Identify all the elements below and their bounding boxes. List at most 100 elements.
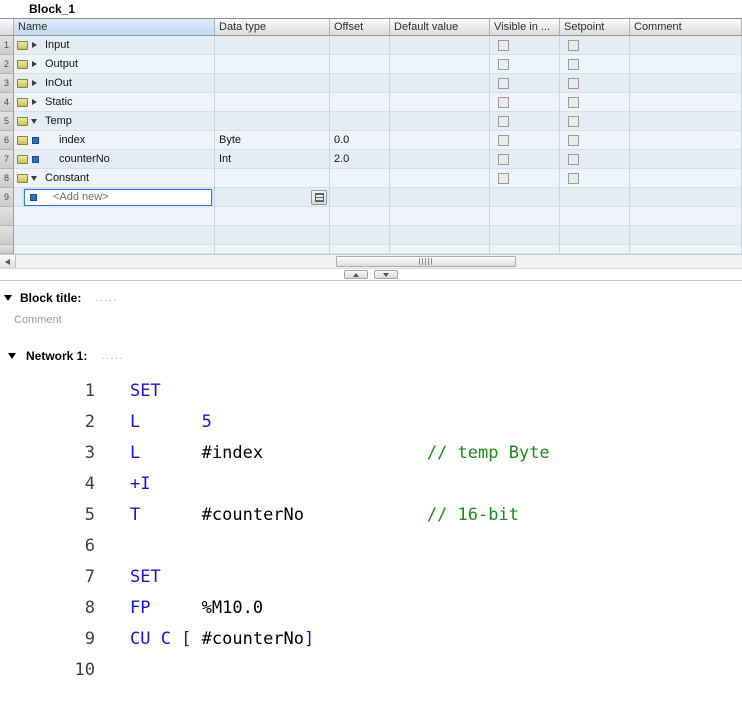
header-default-value[interactable]: Default value <box>390 19 490 36</box>
setpoint-cell[interactable] <box>560 74 630 93</box>
name-cell[interactable]: Static <box>14 93 215 112</box>
table-row[interactable]: 8Constant <box>0 169 742 188</box>
setpoint-checkbox[interactable] <box>568 135 579 146</box>
table-row[interactable]: 7counterNoInt2.0 <box>0 150 742 169</box>
setpoint-checkbox[interactable] <box>568 78 579 89</box>
setpoint-cell[interactable] <box>560 131 630 150</box>
data-type-picker-button[interactable] <box>311 190 327 205</box>
data-type-cell[interactable]: Byte <box>215 131 330 150</box>
expander-collapsed-icon[interactable] <box>32 42 37 48</box>
row-number-cell[interactable]: 2 <box>0 55 14 74</box>
header-data-type[interactable]: Data type <box>215 19 330 36</box>
row-number-cell[interactable]: 9 <box>0 188 14 207</box>
name-cell[interactable]: Output <box>14 55 215 74</box>
setpoint-cell[interactable] <box>560 55 630 74</box>
expander-expanded-icon[interactable] <box>31 119 37 124</box>
visible-checkbox[interactable] <box>498 78 509 89</box>
comment-cell[interactable] <box>630 131 742 150</box>
code-line[interactable]: 3L #index // temp Byte <box>0 438 742 469</box>
name-cell[interactable]: index <box>14 131 215 150</box>
offset-cell[interactable] <box>330 188 390 207</box>
comment-cell[interactable] <box>630 150 742 169</box>
visible-checkbox[interactable] <box>498 173 509 184</box>
name-cell[interactable]: Input <box>14 36 215 55</box>
visible-checkbox[interactable] <box>498 154 509 165</box>
row-number-cell[interactable]: 6 <box>0 131 14 150</box>
setpoint-cell[interactable] <box>560 93 630 112</box>
visible-checkbox[interactable] <box>498 40 509 51</box>
offset-cell[interactable] <box>330 74 390 93</box>
header-visible-in[interactable]: Visible in ... <box>490 19 560 36</box>
visible-cell[interactable] <box>490 150 560 169</box>
setpoint-cell[interactable] <box>560 169 630 188</box>
code-line[interactable]: 1SET <box>0 376 742 407</box>
default-value-cell[interactable] <box>390 55 490 74</box>
data-type-cell[interactable] <box>215 169 330 188</box>
offset-cell[interactable] <box>330 169 390 188</box>
setpoint-cell[interactable] <box>560 188 630 207</box>
name-cell[interactable]: Temp <box>14 112 215 131</box>
setpoint-checkbox[interactable] <box>568 173 579 184</box>
scrollbar-track[interactable] <box>16 255 742 268</box>
table-row[interactable]: 1Input <box>0 36 742 55</box>
visible-cell[interactable] <box>490 93 560 112</box>
setpoint-checkbox[interactable] <box>568 116 579 127</box>
code-line[interactable]: 7SET <box>0 562 742 593</box>
visible-cell[interactable] <box>490 36 560 55</box>
visible-checkbox[interactable] <box>498 116 509 127</box>
offset-cell[interactable] <box>330 112 390 131</box>
visible-cell[interactable] <box>490 169 560 188</box>
data-type-cell[interactable] <box>215 93 330 112</box>
offset-cell[interactable] <box>330 55 390 74</box>
header-comment[interactable]: Comment <box>630 19 742 36</box>
data-type-cell[interactable] <box>215 74 330 93</box>
code-line[interactable]: 4+I <box>0 469 742 500</box>
code-line[interactable]: 5T #counterNo // 16-bit <box>0 500 742 531</box>
visible-cell[interactable] <box>490 112 560 131</box>
network-collapse-icon[interactable] <box>8 353 16 359</box>
default-value-cell[interactable] <box>390 169 490 188</box>
row-number-cell[interactable]: 3 <box>0 74 14 93</box>
expander-collapsed-icon[interactable] <box>32 61 37 67</box>
code-line[interactable]: 2L 5 <box>0 407 742 438</box>
code-line[interactable]: 6 <box>0 531 742 562</box>
setpoint-cell[interactable] <box>560 36 630 55</box>
setpoint-checkbox[interactable] <box>568 97 579 108</box>
network-title-placeholder[interactable]: ..... <box>101 350 124 362</box>
block-title-row[interactable]: Block title: ..... <box>0 287 742 309</box>
scroll-left-button[interactable] <box>0 255 16 268</box>
comment-cell[interactable] <box>630 74 742 93</box>
table-row[interactable]: 9 <Add new> <box>0 188 742 207</box>
table-row[interactable]: 4Static <box>0 93 742 112</box>
row-number-cell[interactable]: 4 <box>0 93 14 112</box>
default-value-cell[interactable] <box>390 188 490 207</box>
row-number-cell[interactable]: 1 <box>0 36 14 55</box>
expander-expanded-icon[interactable] <box>31 176 37 181</box>
default-value-cell[interactable] <box>390 93 490 112</box>
block-comment-placeholder[interactable]: Comment <box>0 309 742 336</box>
data-type-cell[interactable] <box>215 36 330 55</box>
visible-checkbox[interactable] <box>498 59 509 70</box>
table-row[interactable]: 3InOut <box>0 74 742 93</box>
block-title-collapse-icon[interactable] <box>4 295 12 301</box>
code-line[interactable]: 8FP %M10.0 <box>0 593 742 624</box>
row-number-cell[interactable]: 8 <box>0 169 14 188</box>
offset-cell[interactable] <box>330 93 390 112</box>
visible-cell[interactable] <box>490 55 560 74</box>
table-row[interactable]: 2Output <box>0 55 742 74</box>
visible-checkbox[interactable] <box>498 97 509 108</box>
setpoint-cell[interactable] <box>560 112 630 131</box>
header-offset[interactable]: Offset <box>330 19 390 36</box>
header-setpoint[interactable]: Setpoint <box>560 19 630 36</box>
comment-cell[interactable] <box>630 112 742 131</box>
name-cell[interactable]: Constant <box>14 169 215 188</box>
visible-cell[interactable] <box>490 188 560 207</box>
default-value-cell[interactable] <box>390 112 490 131</box>
default-value-cell[interactable] <box>390 74 490 93</box>
data-type-cell[interactable] <box>215 188 330 207</box>
data-type-cell[interactable] <box>215 55 330 74</box>
default-value-cell[interactable] <box>390 36 490 55</box>
stl-code-editor[interactable]: 1SET2L 53L #index // temp Byte4+I5T #cou… <box>0 368 742 686</box>
name-cell[interactable]: InOut <box>14 74 215 93</box>
add-new-editbox[interactable]: <Add new> <box>24 189 212 206</box>
